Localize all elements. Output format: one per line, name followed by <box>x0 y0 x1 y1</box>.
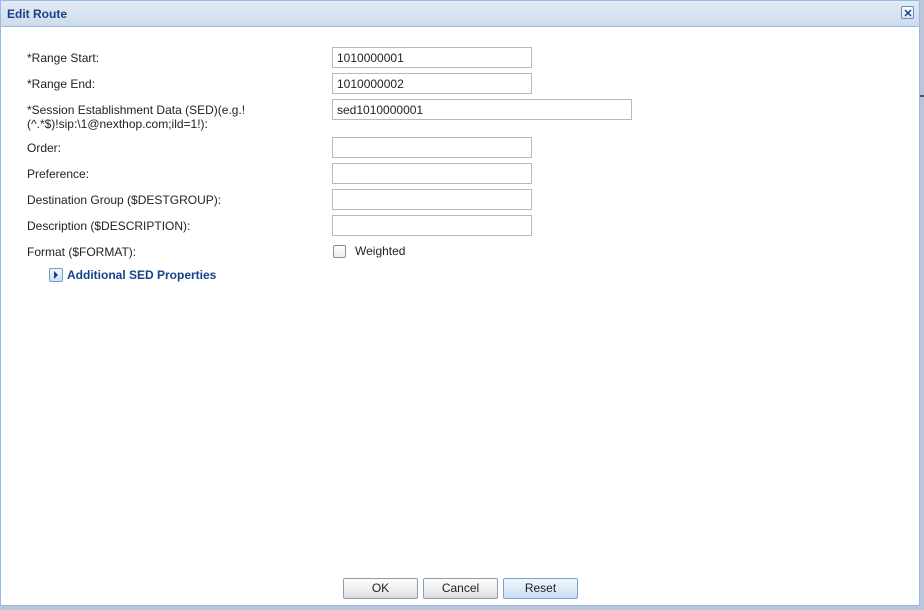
description-input[interactable] <box>332 215 532 236</box>
range-start-input[interactable] <box>332 47 532 68</box>
sed-label-line2: (^.*$)!sip:\1@nexthop.com;ild=1!): <box>27 117 208 131</box>
sed-input[interactable] <box>332 99 632 120</box>
ok-button[interactable]: OK <box>343 578 418 599</box>
additional-sed-properties-label[interactable]: Additional SED Properties <box>67 268 216 282</box>
cancel-button[interactable]: Cancel <box>423 578 498 599</box>
destination-group-label: Destination Group ($DESTGROUP): <box>27 193 222 207</box>
close-icon <box>904 9 912 17</box>
edit-route-dialog: Edit Route *Range Start: *Range End: *Se… <box>0 0 920 606</box>
order-input[interactable] <box>332 137 532 158</box>
destination-group-input[interactable] <box>332 189 532 210</box>
preference-label: Preference: <box>27 167 90 181</box>
preference-input[interactable] <box>332 163 532 184</box>
description-label: Description ($DESCRIPTION): <box>27 219 191 233</box>
range-start-label: *Range Start: <box>27 51 100 65</box>
range-end-label: *Range End: <box>27 77 96 91</box>
dialog-titlebar[interactable]: Edit Route <box>1 1 919 27</box>
triangle-right-icon <box>54 271 58 279</box>
weighted-checkbox-label[interactable]: Weighted <box>355 244 405 258</box>
range-end-input[interactable] <box>332 73 532 94</box>
reset-button[interactable]: Reset <box>503 578 578 599</box>
weighted-checkbox[interactable] <box>333 245 346 258</box>
order-label: Order: <box>27 141 62 155</box>
expand-toggle-button[interactable] <box>49 268 63 282</box>
format-label: Format ($FORMAT): <box>27 245 137 259</box>
sed-label-line1: *Session Establishment Data (SED)(e.g.! <box>27 103 246 117</box>
close-button[interactable] <box>901 6 914 19</box>
dialog-title: Edit Route <box>7 7 67 21</box>
background-window-edge <box>920 95 924 97</box>
